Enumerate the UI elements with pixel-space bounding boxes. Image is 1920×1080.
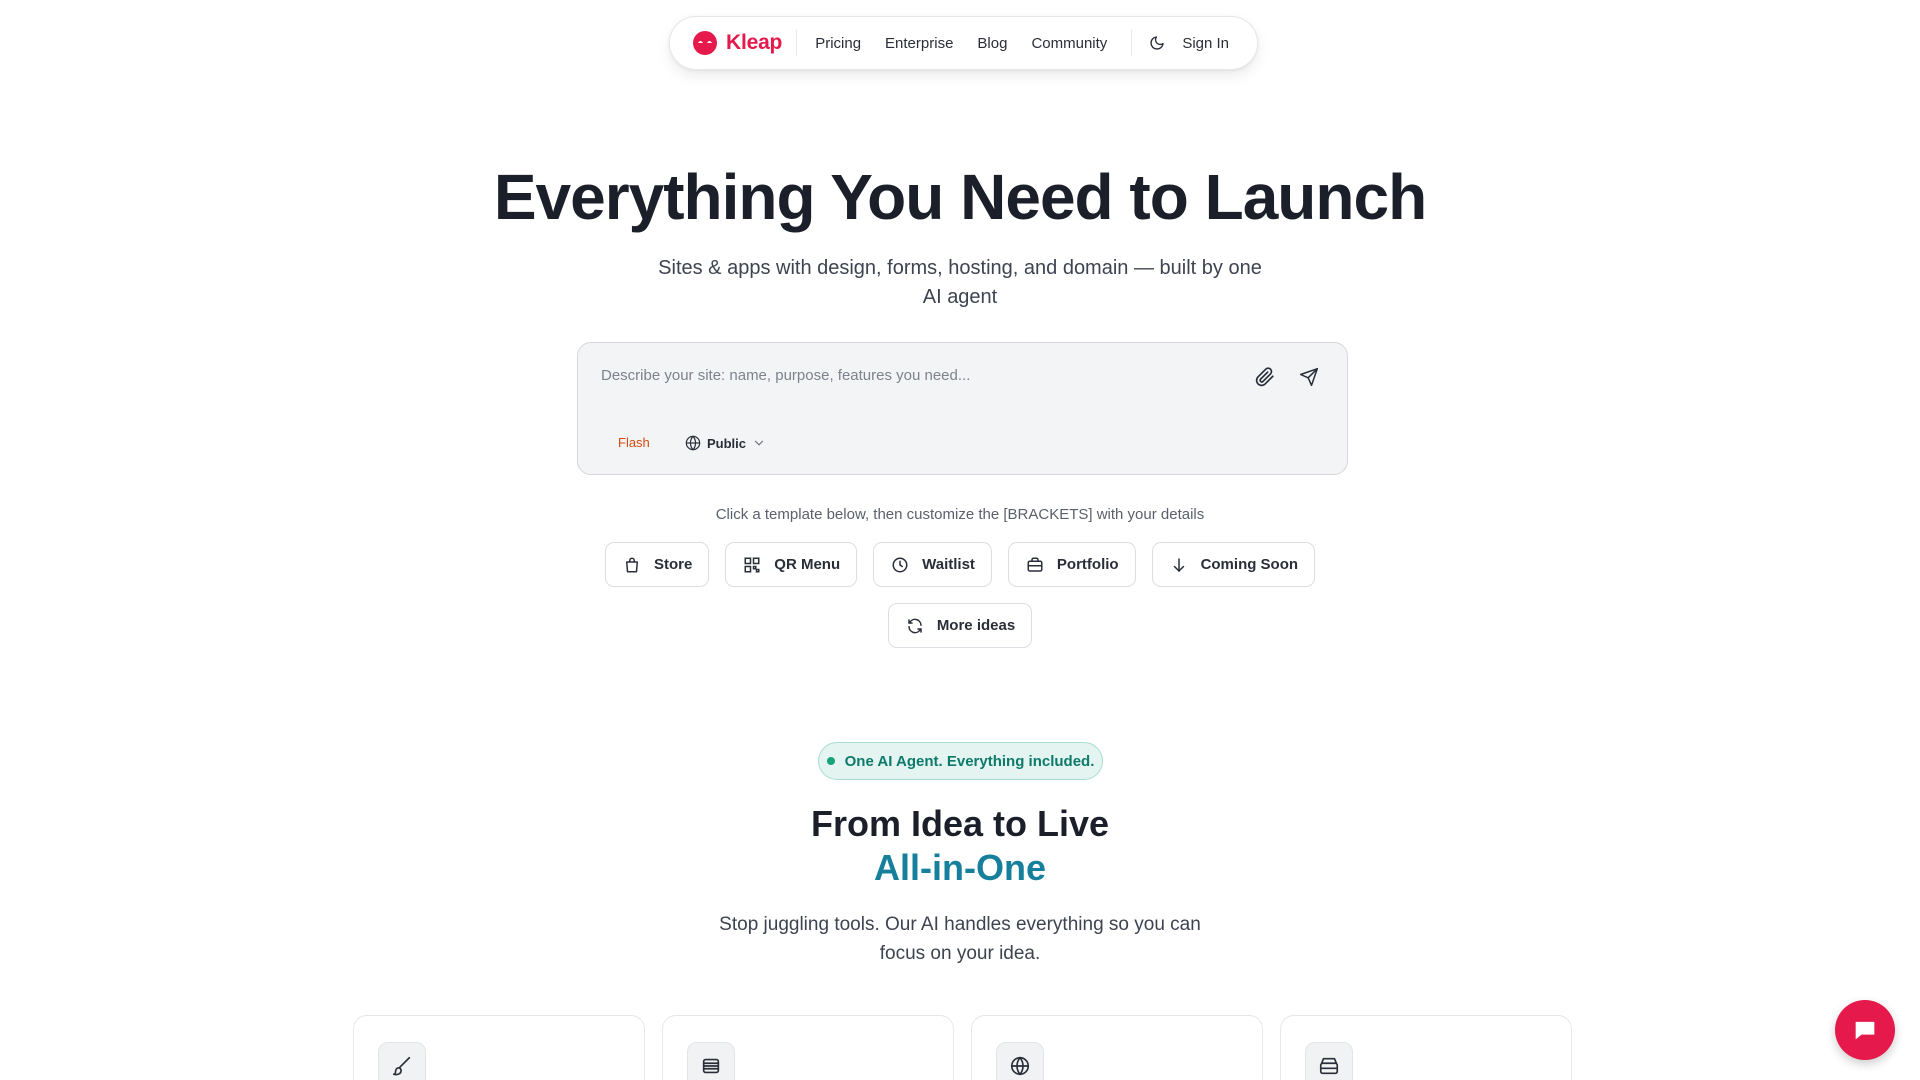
model-mode-button[interactable]: Flash xyxy=(618,435,650,450)
feature-badge: One AI Agent. Everything included. xyxy=(818,742,1103,780)
nav-divider xyxy=(1131,30,1133,56)
chip-label: Coming Soon xyxy=(1200,556,1299,573)
feature-card-hosting xyxy=(1280,1015,1572,1080)
chip-label: More ideas xyxy=(936,617,1016,634)
hero-subtitle: Sites & apps with design, forms, hosting… xyxy=(658,257,1262,308)
status-dot xyxy=(826,757,835,765)
chat-icon xyxy=(1855,1021,1875,1040)
more-ideas-row: More ideas xyxy=(0,603,1920,648)
visibility-dropdown[interactable]: Public xyxy=(685,435,766,451)
globe-icon xyxy=(996,1042,1044,1080)
site-description-input[interactable] xyxy=(601,363,1241,387)
attach-button[interactable] xyxy=(1253,365,1277,389)
send-button[interactable] xyxy=(1297,365,1321,389)
chip-label: Store xyxy=(653,556,693,573)
chat-widget-button[interactable] xyxy=(1835,1000,1895,1060)
shopping-bag-icon xyxy=(622,555,642,575)
feature-card-forms xyxy=(662,1015,954,1080)
brush-icon xyxy=(378,1042,426,1080)
template-hint: Click a template below, then customize t… xyxy=(715,506,1205,523)
nav-link-enterprise[interactable]: Enterprise xyxy=(885,35,953,52)
briefcase-icon xyxy=(1025,555,1045,575)
visibility-label: Public xyxy=(707,435,747,451)
kleap-logo-icon xyxy=(693,31,717,55)
template-waitlist-button[interactable]: Waitlist xyxy=(873,542,992,587)
nav-link-blog[interactable]: Blog xyxy=(977,35,1007,52)
hero-title: Everything You Need to Launch xyxy=(493,161,1427,233)
nav-link-community[interactable]: Community xyxy=(1031,35,1107,52)
chip-label: QR Menu xyxy=(774,556,841,573)
nav-links: Pricing Enterprise Blog Community xyxy=(815,35,1107,52)
prompt-box: Flash Public xyxy=(577,342,1348,475)
database-icon xyxy=(1305,1042,1353,1080)
qr-code-icon xyxy=(742,555,762,575)
template-store-button[interactable]: Store xyxy=(604,542,710,587)
theme-toggle-button[interactable] xyxy=(1146,32,1168,54)
list-icon xyxy=(687,1042,735,1080)
top-nav: Kleap Pricing Enterprise Blog Community … xyxy=(669,16,1258,70)
template-coming-soon-button[interactable]: Coming Soon xyxy=(1151,542,1316,587)
arrow-down-icon xyxy=(1169,555,1189,575)
section-title-accent: All-in-One xyxy=(874,847,1046,888)
globe-icon xyxy=(685,435,701,451)
chip-label: Waitlist xyxy=(922,556,975,573)
paperclip-icon xyxy=(1255,367,1274,387)
chevron-down-icon xyxy=(754,440,764,446)
refresh-icon xyxy=(905,616,925,636)
section-title: From Idea to Live xyxy=(810,803,1110,844)
template-chips: Store QR Menu Waitlist Portfolio Coming … xyxy=(0,542,1920,587)
brand-name: Kleap xyxy=(726,31,783,54)
brand-logo-link[interactable]: Kleap xyxy=(692,30,782,56)
nav-divider xyxy=(796,30,798,56)
moon-icon xyxy=(1150,36,1164,50)
template-qr-menu-button[interactable]: QR Menu xyxy=(725,542,858,587)
feature-badge-text: One AI Agent. Everything included. xyxy=(844,752,1095,770)
feature-card-domain xyxy=(971,1015,1263,1080)
template-portfolio-button[interactable]: Portfolio xyxy=(1007,542,1136,587)
section-subtitle: Stop juggling tools. Our AI handles ever… xyxy=(719,914,1201,964)
sign-in-link[interactable]: Sign In xyxy=(1182,35,1229,52)
clock-icon xyxy=(890,555,910,575)
send-icon xyxy=(1299,367,1319,387)
more-ideas-button[interactable]: More ideas xyxy=(887,603,1033,648)
feature-card-design xyxy=(353,1015,645,1080)
nav-link-pricing[interactable]: Pricing xyxy=(815,35,861,52)
chip-label: Portfolio xyxy=(1056,556,1119,573)
